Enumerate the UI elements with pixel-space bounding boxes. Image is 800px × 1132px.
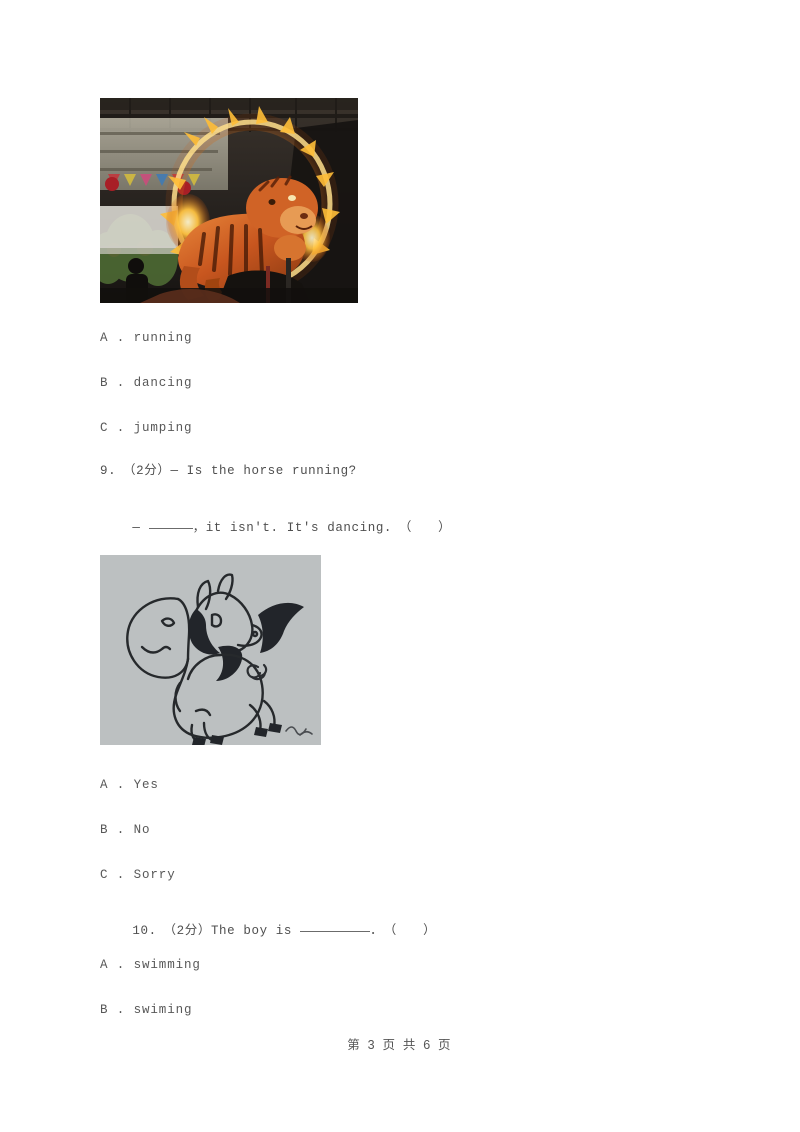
- q9-stem-line-1: 9. （2分）— Is the horse running?: [100, 464, 357, 478]
- q8-option-c[interactable]: C . jumping: [100, 422, 192, 435]
- q8-option-a[interactable]: A . running: [100, 332, 192, 345]
- q9-option-c[interactable]: C . Sorry: [100, 869, 176, 882]
- q10-stem-prefix: 10. （2分）The boy is: [132, 923, 301, 938]
- q10-option-b[interactable]: B . swiming: [100, 1004, 192, 1017]
- horse-ink-drawing: [100, 555, 321, 745]
- tiger-jumping-through-fire-ring-photo: [100, 98, 358, 303]
- q9-stem-line-2-suffix: ，it isn't. It's dancing. （ ）: [192, 520, 452, 535]
- q10-stem-suffix: ． （ ）: [370, 923, 437, 938]
- q10-answer-blank[interactable]: [300, 930, 371, 932]
- q9-stem-line-2: — ，it isn't. It's dancing. （ ）: [100, 509, 451, 547]
- q10-stem: 10. （2分）The boy is ． （ ）: [100, 912, 436, 950]
- page-number-label: 第 3 页 共 6 页: [347, 1038, 453, 1052]
- exam-page: A . running B . dancing C . jumping 9. （…: [0, 0, 800, 1132]
- q9-option-a[interactable]: A . Yes: [100, 779, 159, 792]
- q10-option-a[interactable]: A . swimming: [100, 959, 201, 972]
- q9-option-b[interactable]: B . No: [100, 824, 150, 837]
- q9-answer-blank[interactable]: [148, 527, 193, 529]
- q8-option-b[interactable]: B . dancing: [100, 377, 192, 390]
- page-footer: 第 3 页 共 6 页: [0, 1034, 800, 1053]
- q9-stem-line-2-prefix: —: [132, 520, 149, 535]
